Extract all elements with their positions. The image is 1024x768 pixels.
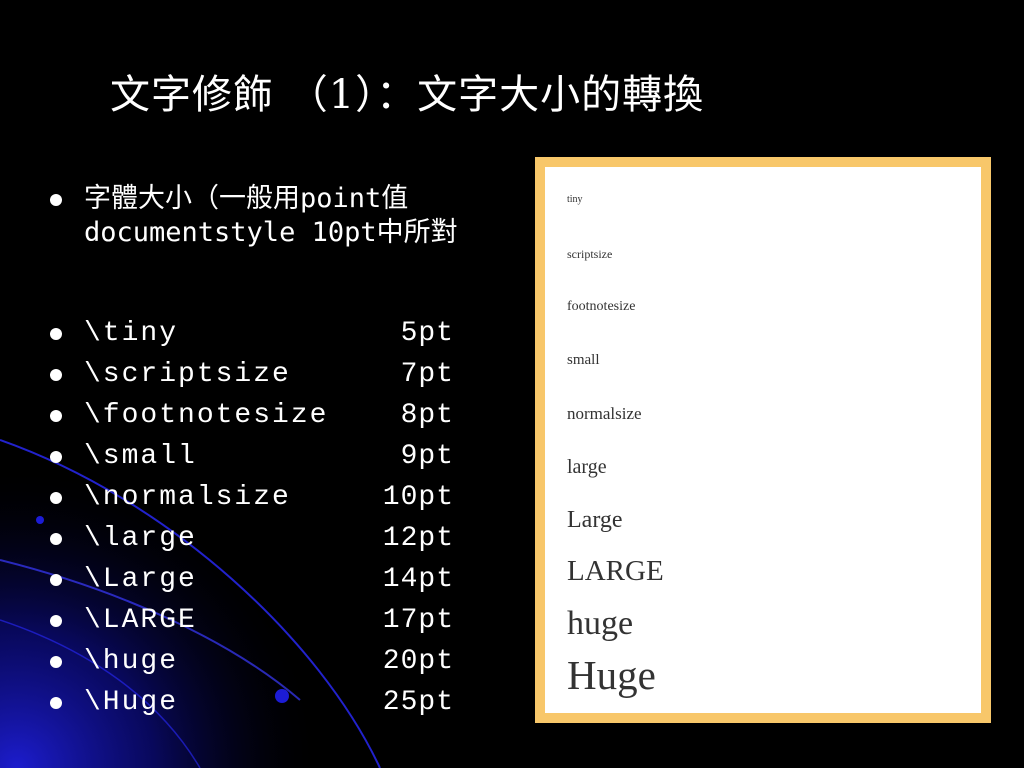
list-item: \small 9pt [50,436,454,477]
size-command: \tiny [84,318,179,349]
bullet-icon [50,696,62,709]
bullet-icon [50,409,62,422]
list-item: \scriptsize 7pt [50,354,454,395]
list-item: \large 12pt [50,518,454,559]
sample-Huge: Huge [567,652,656,698]
size-command: \huge [84,646,179,677]
size-value: 8pt [400,400,454,431]
font-size-sample-image: tiny scriptsize footnotesize small norma… [535,157,991,723]
bullet-icon [50,327,62,340]
list-item: \footnotesize 8pt [50,395,454,436]
size-value: 25pt [382,687,454,718]
sample-Large: Large [567,507,623,533]
size-command-list: \tiny 5pt \scriptsize 7pt \footnotesize … [50,313,454,723]
size-command: \small [84,441,197,472]
sample-normalsize: normalsize [567,404,642,423]
size-value: 14pt [382,564,454,595]
sample-LARGE: LARGE [567,555,664,587]
bullet-icon [50,532,62,545]
sample-large: large [567,456,607,478]
sample-canvas: tiny scriptsize footnotesize small norma… [545,167,981,713]
slide-title: 文字修飾 （1）：文字大小的轉換 [110,72,705,118]
list-item: \Large 14pt [50,559,454,600]
size-command: \normalsize [84,482,291,513]
bullet-icon [50,655,62,668]
intro-bullet: 字體大小（一般用point值 documentstyle 10pt中所對 [50,182,550,250]
sample-tiny: tiny [567,194,583,205]
intro-line-1: 字體大小（一般用point值 [84,183,409,214]
sample-scriptsize: scriptsize [567,247,613,261]
list-item: \normalsize 10pt [50,477,454,518]
size-command: \LARGE [84,605,197,636]
bullet-icon [50,573,62,586]
size-command: \Large [84,564,197,595]
size-command: \footnotesize [84,400,329,431]
list-item: \LARGE 17pt [50,600,454,641]
list-item: \Huge 25pt [50,682,454,723]
list-item: \tiny 5pt [50,313,454,354]
sample-small: small [567,352,600,368]
swoosh-dot-2 [36,516,44,524]
bullet-icon [50,450,62,463]
bullet-icon [50,194,62,206]
size-value: 7pt [400,359,454,390]
size-command: \large [84,523,197,554]
bullet-icon [50,614,62,627]
size-value: 10pt [382,482,454,513]
size-value: 20pt [382,646,454,677]
size-value: 17pt [382,605,454,636]
bullet-icon [50,491,62,504]
sample-footnotesize: footnotesize [567,299,636,314]
size-value: 9pt [400,441,454,472]
size-value: 5pt [400,318,454,349]
size-value: 12pt [382,523,454,554]
intro-text: 字體大小（一般用point值 documentstyle 10pt中所對 [84,182,458,250]
bullet-icon [50,368,62,381]
sample-huge: huge [567,605,634,642]
size-command: \Huge [84,687,179,718]
list-item: \huge 20pt [50,641,454,682]
size-command: \scriptsize [84,359,291,390]
intro-line-2: documentstyle 10pt中所對 [84,217,458,248]
